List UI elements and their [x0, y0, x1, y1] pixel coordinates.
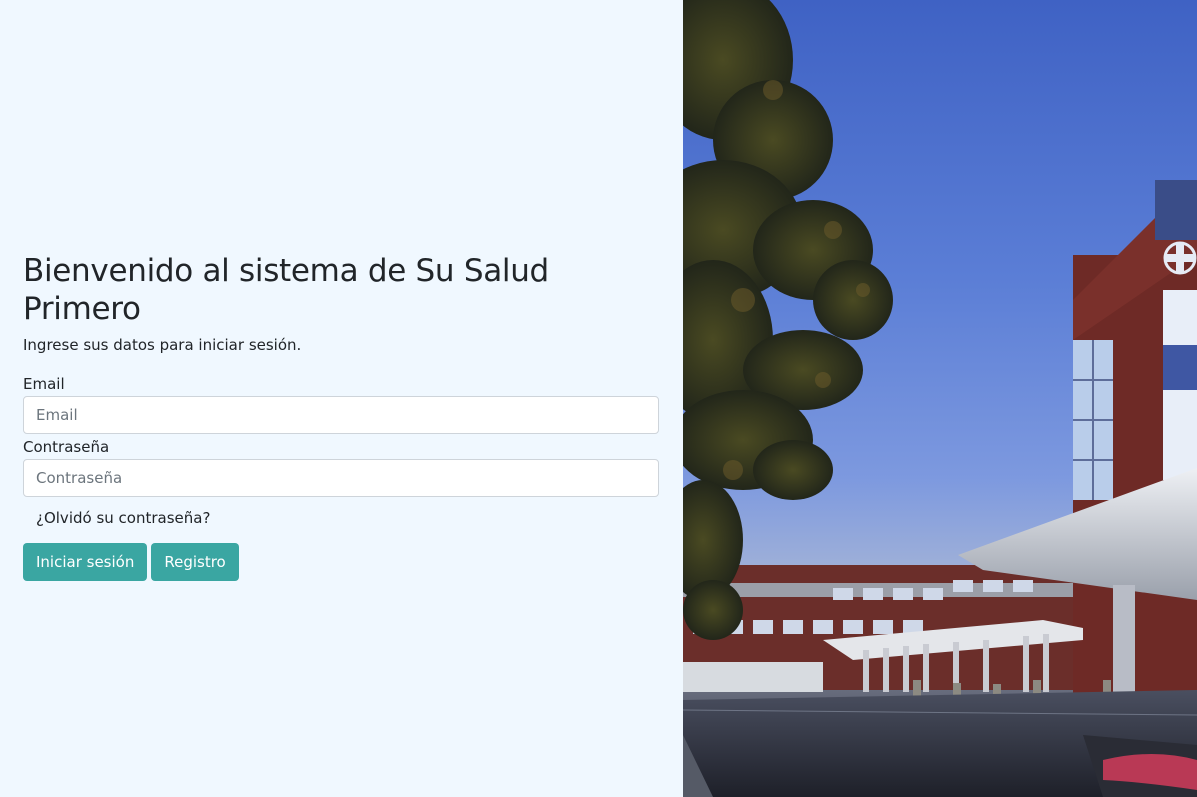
email-label: Email: [23, 375, 65, 393]
forgot-password-link[interactable]: ¿Olvidó su contraseña?: [36, 508, 210, 528]
register-button[interactable]: Registro: [151, 543, 239, 581]
page-title: Bienvenido al sistema de Su Salud Primer…: [23, 253, 549, 327]
button-group: Iniciar sesión Registro: [23, 543, 659, 581]
email-field[interactable]: [23, 396, 659, 434]
page-subtitle: Ingrese sus datos para iniciar sesión.: [23, 336, 302, 354]
login-form: Bienvenido al sistema de Su Salud Primer…: [23, 252, 659, 581]
password-label: Contraseña: [23, 438, 110, 456]
hospital-logo-icon: [1163, 241, 1197, 275]
login-page: Bienvenido al sistema de Su Salud Primer…: [0, 0, 1197, 797]
password-field[interactable]: [23, 459, 659, 497]
hero-image: [683, 0, 1197, 797]
login-panel: Bienvenido al sistema de Su Salud Primer…: [0, 0, 683, 797]
hospital-photo: [683, 0, 1197, 797]
login-button[interactable]: Iniciar sesión: [23, 543, 148, 581]
